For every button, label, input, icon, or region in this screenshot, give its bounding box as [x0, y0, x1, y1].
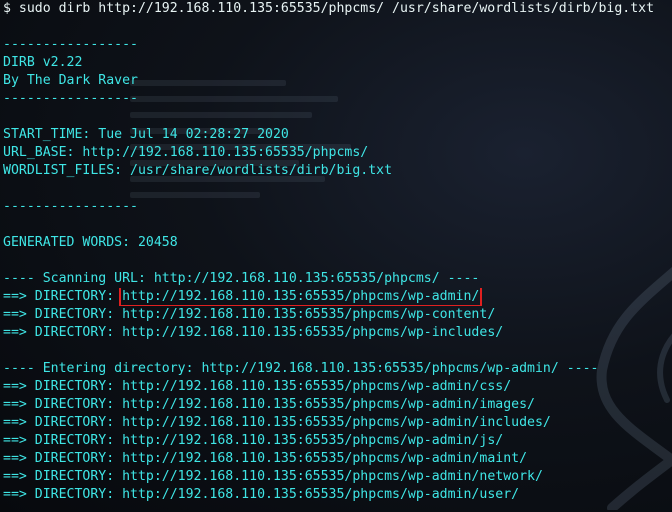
output-line: WORDLIST_FILES: /usr/share/wordlists/dir…	[3, 163, 393, 178]
directory-prefix: ==> DIRECTORY:	[3, 307, 123, 322]
highlighted-directory-url[interactable]: http://192.168.110.135:65535/phpcms/wp-a…	[119, 288, 483, 306]
directory-prefix: ==> DIRECTORY:	[3, 379, 123, 394]
directory-url[interactable]: http://192.168.110.135:65535/phpcms/wp-a…	[122, 397, 535, 412]
directory-url[interactable]: http://192.168.110.135:65535/phpcms/wp-c…	[122, 307, 495, 322]
directory-prefix: ==> DIRECTORY:	[3, 433, 123, 448]
output-line: -----------------	[3, 199, 138, 214]
directory-prefix: ==> DIRECTORY:	[3, 289, 123, 304]
output-line: URL_BASE: http://192.168.110.135:65535/p…	[3, 145, 369, 160]
directory-result-line: ==> DIRECTORY: http://192.168.110.135:65…	[3, 378, 671, 396]
directory-prefix: ==> DIRECTORY:	[3, 451, 123, 466]
directory-url[interactable]: http://192.168.110.135:65535/phpcms/wp-a…	[122, 469, 543, 484]
terminal-output: $ sudo dirb http://192.168.110.135:65535…	[3, 0, 671, 504]
output-line: By The Dark Raver	[3, 73, 138, 88]
directory-result-line: ==> DIRECTORY: http://192.168.110.135:65…	[3, 486, 671, 504]
directory-result-line: ==> DIRECTORY: http://192.168.110.135:65…	[3, 432, 671, 450]
directory-prefix: ==> DIRECTORY:	[3, 397, 123, 412]
directory-prefix: ==> DIRECTORY:	[3, 469, 123, 484]
output-line: -----------------	[3, 91, 138, 106]
output-line: GENERATED WORDS: 20458	[3, 235, 178, 250]
directory-prefix: ==> DIRECTORY:	[3, 487, 123, 502]
command-prompt-line: $ sudo dirb http://192.168.110.135:65535…	[3, 1, 655, 16]
directory-url[interactable]: http://192.168.110.135:65535/phpcms/wp-a…	[122, 487, 519, 502]
directory-result-line: ==> DIRECTORY: http://192.168.110.135:65…	[3, 450, 671, 468]
directory-url[interactable]: http://192.168.110.135:65535/phpcms/wp-a…	[122, 451, 527, 466]
directory-prefix: ==> DIRECTORY:	[3, 325, 123, 340]
directory-result-line: ==> DIRECTORY: http://192.168.110.135:65…	[3, 396, 671, 414]
directory-url[interactable]: http://192.168.110.135:65535/phpcms/wp-a…	[122, 415, 551, 430]
directory-result-line: ==> DIRECTORY: http://192.168.110.135:65…	[3, 414, 671, 432]
directory-result-line: ==> DIRECTORY: http://192.168.110.135:65…	[3, 306, 671, 324]
directory-prefix: ==> DIRECTORY:	[3, 415, 123, 430]
directory-url[interactable]: http://192.168.110.135:65535/phpcms/wp-a…	[122, 379, 511, 394]
directory-url[interactable]: http://192.168.110.135:65535/phpcms/wp-a…	[122, 433, 503, 448]
output-line: ---- Entering directory: http://192.168.…	[3, 361, 599, 376]
output-line: START_TIME: Tue Jul 14 02:28:27 2020	[3, 127, 289, 142]
output-line: -----------------	[3, 37, 138, 52]
directory-url[interactable]: http://192.168.110.135:65535/phpcms/wp-i…	[122, 325, 503, 340]
terminal-window[interactable]: $ sudo dirb http://192.168.110.135:65535…	[0, 0, 672, 512]
directory-result-line: ==> DIRECTORY: http://192.168.110.135:65…	[3, 468, 671, 486]
output-line: DIRB v2.22	[3, 55, 83, 70]
directory-result-line: ==> DIRECTORY: http://192.168.110.135:65…	[3, 288, 671, 306]
directory-result-line: ==> DIRECTORY: http://192.168.110.135:65…	[3, 324, 671, 342]
output-line: ---- Scanning URL: http://192.168.110.13…	[3, 271, 480, 286]
